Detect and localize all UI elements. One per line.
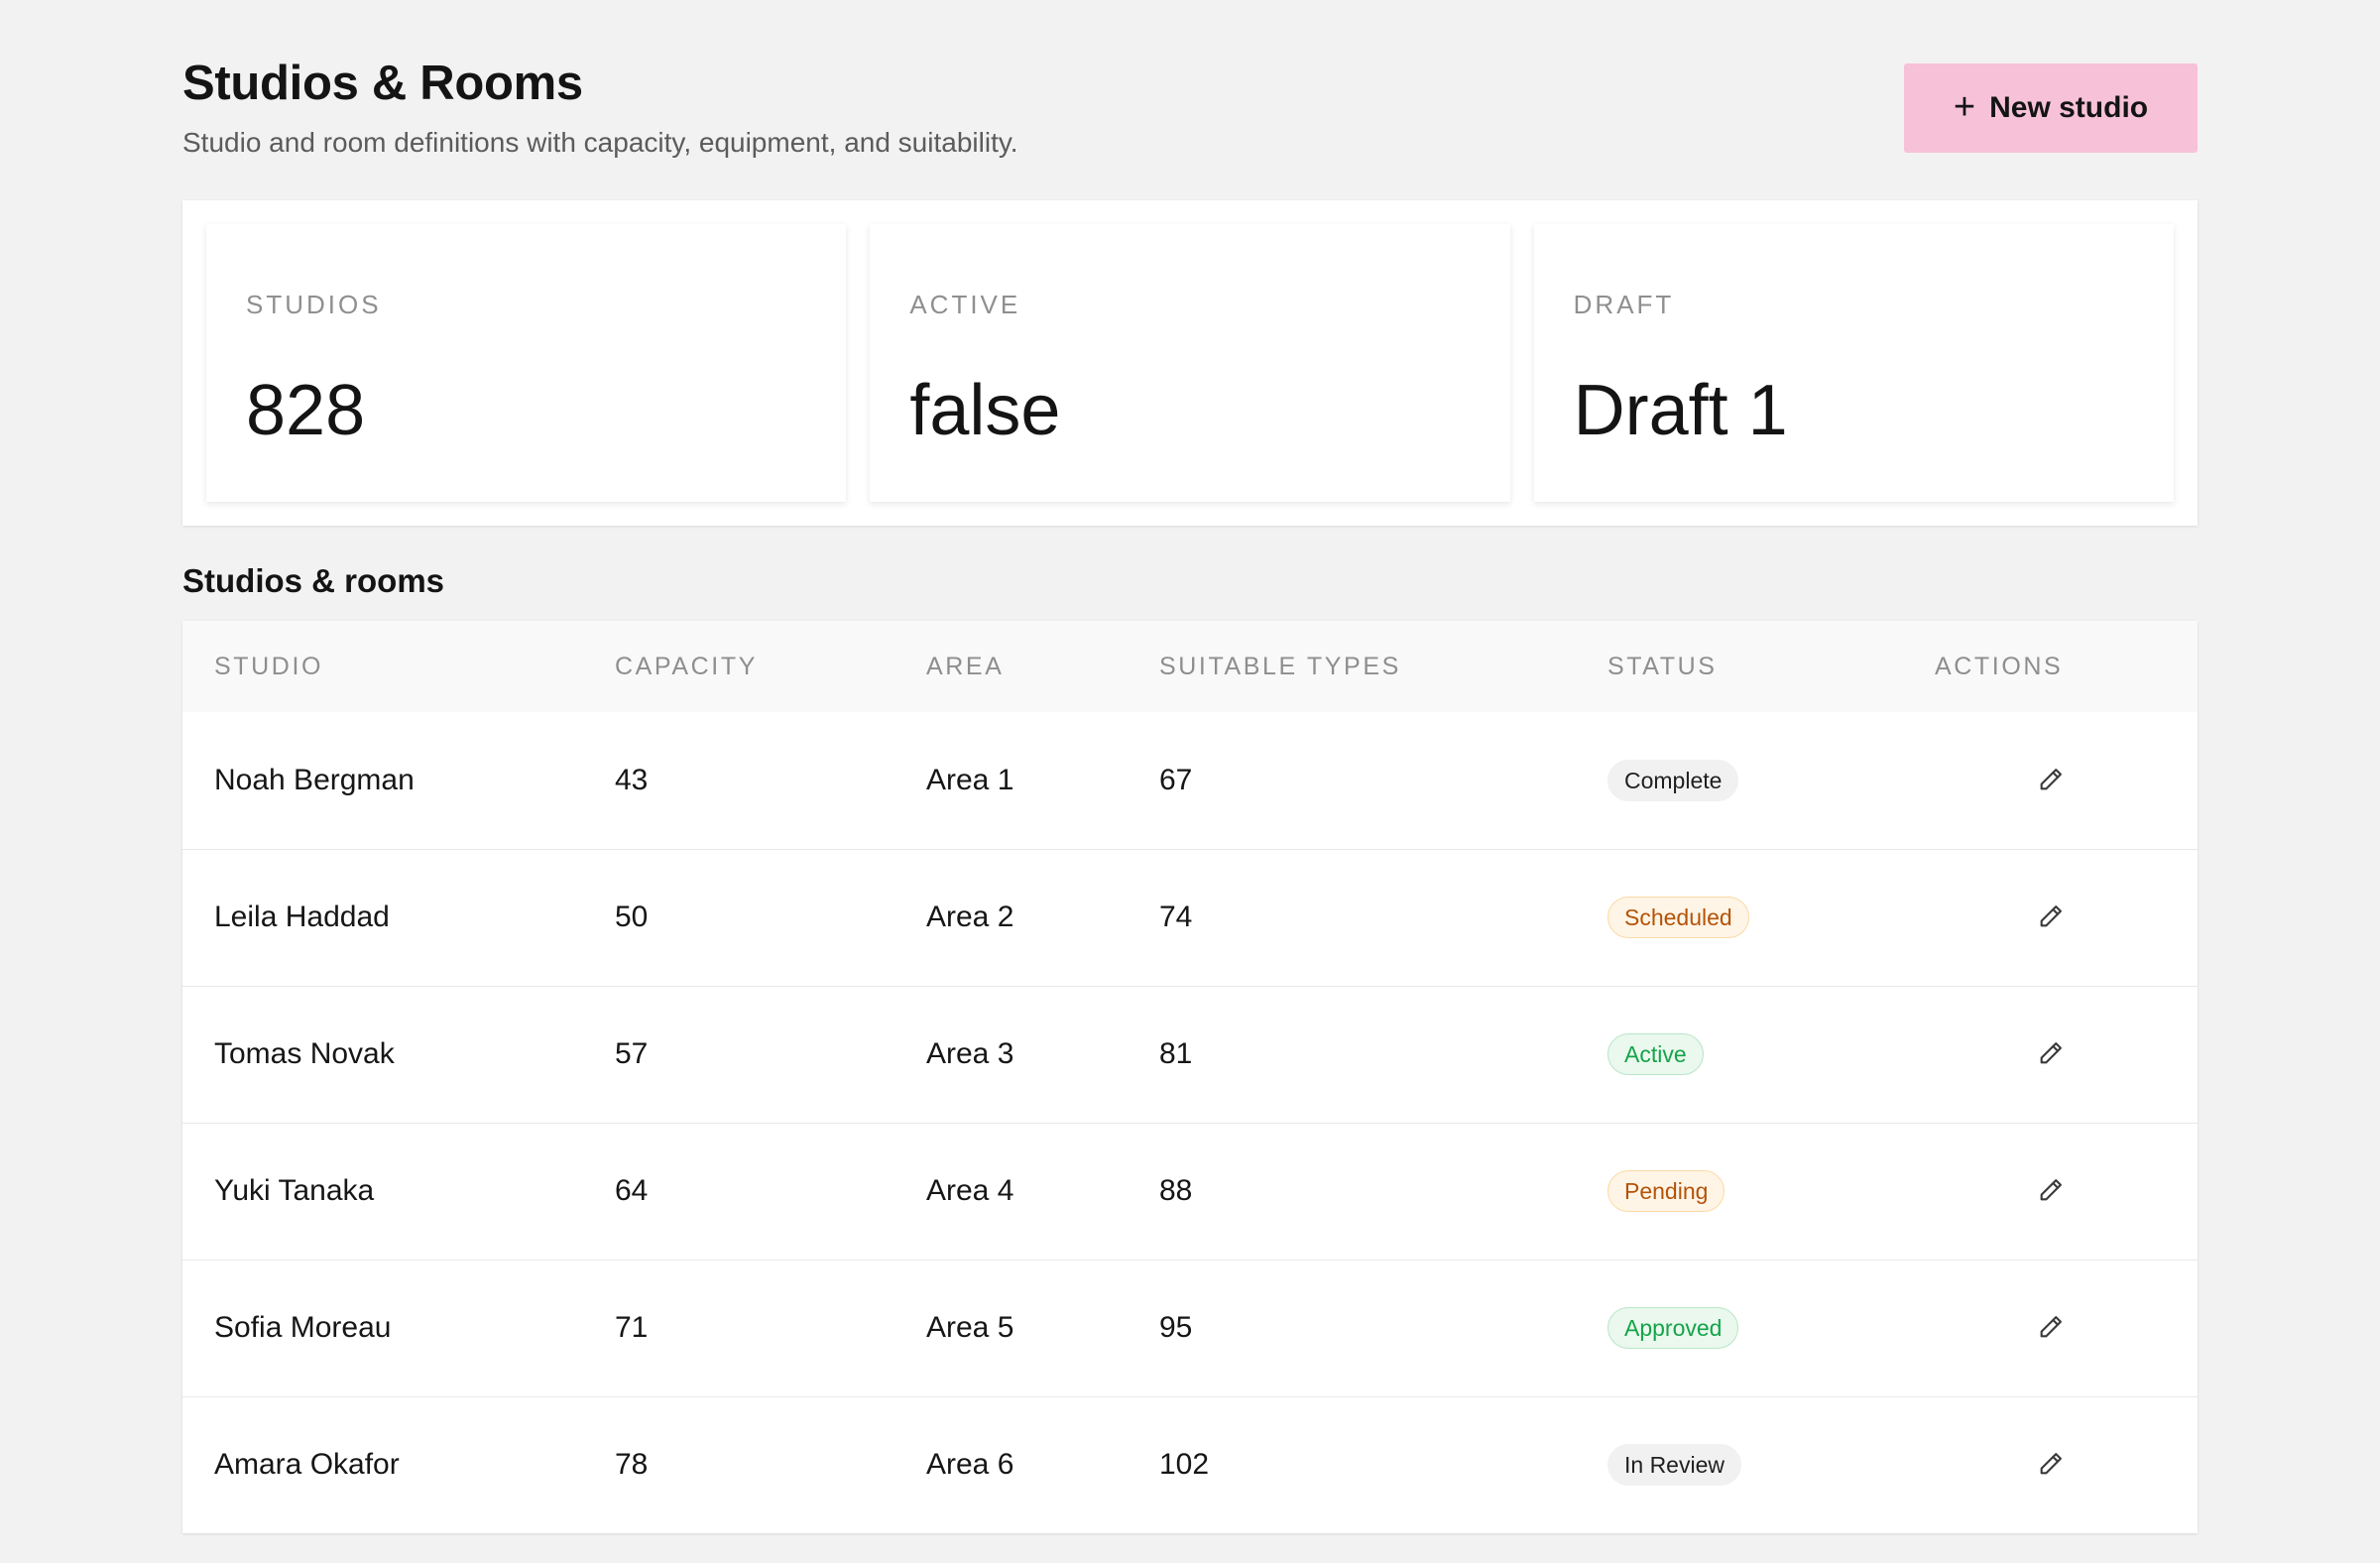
pencil-icon: [2040, 905, 2062, 927]
edit-row-button[interactable]: [2031, 897, 2071, 936]
edit-row-button[interactable]: [2031, 760, 2071, 799]
cell-suitable-types: 74: [1159, 901, 1193, 933]
cell-capacity: 64: [615, 1174, 649, 1207]
stat-label: STUDIOS: [246, 290, 382, 319]
cell-studio: Noah Bergman: [214, 763, 415, 796]
column-header-suitable-types[interactable]: SUITABLE TYPES: [1128, 621, 1576, 712]
stat-value: Draft 1: [1573, 371, 1788, 450]
table-row[interactable]: Noah Bergman 43 Area 1 67 Complete: [182, 712, 2198, 849]
edit-row-button[interactable]: [2031, 1033, 2071, 1073]
pencil-icon: [2040, 768, 2062, 790]
cell-suitable-types: 67: [1159, 763, 1193, 796]
edit-row-button[interactable]: [2031, 1170, 2071, 1210]
column-header-area[interactable]: AREA: [894, 621, 1128, 712]
table-row[interactable]: Amara Okafor 78 Area 6 102 In Review: [182, 1396, 2198, 1533]
stats-panel: STUDIOS 828 ACTIVE false DRAFT Draft 1: [182, 200, 2198, 526]
cell-area: Area 6: [926, 1448, 1014, 1482]
status-badge: Approved: [1607, 1307, 1739, 1349]
status-badge: Complete: [1607, 759, 1739, 801]
table-row[interactable]: Yuki Tanaka 64 Area 4 88 Pending: [182, 1123, 2198, 1260]
cell-area: Area 5: [926, 1311, 1014, 1344]
cell-capacity: 78: [615, 1448, 649, 1482]
edit-row-button[interactable]: [2031, 1444, 2071, 1484]
pencil-icon: [2040, 1453, 2062, 1475]
section-title: Studios & rooms: [182, 562, 445, 599]
status-badge: In Review: [1607, 1444, 1741, 1487]
cell-studio: Yuki Tanaka: [214, 1174, 375, 1207]
cell-actions: [1903, 986, 2198, 1123]
cell-capacity: 71: [615, 1311, 649, 1344]
stat-value: 828: [246, 371, 366, 450]
cell-studio: Amara Okafor: [214, 1448, 400, 1482]
cell-area: Area 3: [926, 1037, 1014, 1070]
cell-area: Area 4: [926, 1174, 1014, 1207]
status-badge: Pending: [1607, 1170, 1726, 1212]
cell-suitable-types: 95: [1159, 1311, 1193, 1344]
edit-row-button[interactable]: [2031, 1307, 2071, 1347]
column-header-actions: ACTIONS: [1935, 652, 2064, 680]
table-row[interactable]: Leila Haddad 50 Area 2 74 Scheduled: [182, 849, 2198, 986]
cell-studio: Sofia Moreau: [214, 1311, 392, 1344]
page-subtitle: Studio and room definitions with capacit…: [182, 127, 1018, 158]
cell-capacity: 43: [615, 763, 649, 796]
studios-table: STUDIO CAPACITY AREA SUITABLE TYPES STAT…: [182, 621, 2198, 1533]
column-header-studio[interactable]: STUDIO: [182, 621, 583, 712]
plus-icon: +: [1953, 85, 1976, 128]
cell-status: Scheduled: [1576, 849, 1903, 986]
cell-suitable-types: 88: [1159, 1174, 1193, 1207]
page: Studios & Rooms Studio and room definiti…: [0, 0, 2380, 1563]
new-studio-button-label: New studio: [1989, 91, 2149, 124]
stat-card-draft: DRAFT Draft 1: [1533, 224, 2174, 502]
cell-studio: Leila Haddad: [214, 901, 390, 933]
cell-actions: [1903, 1396, 2198, 1533]
pencil-icon: [2040, 1042, 2062, 1064]
cell-suitable-types: 81: [1159, 1037, 1193, 1070]
cell-status: Active: [1576, 986, 1903, 1123]
stat-value: false: [909, 371, 1061, 450]
cell-capacity: 50: [615, 901, 649, 933]
cell-suitable-types: 102: [1159, 1448, 1210, 1482]
cell-actions: [1903, 849, 2198, 986]
status-badge: Scheduled: [1607, 897, 1749, 938]
cell-actions: [1903, 712, 2198, 849]
table-body: Noah Bergman 43 Area 1 67 Complete Leila…: [182, 712, 2198, 1533]
status-badge: Active: [1607, 1033, 1704, 1075]
cell-studio: Tomas Novak: [214, 1037, 395, 1070]
column-header-capacity[interactable]: CAPACITY: [583, 621, 894, 712]
table-row[interactable]: Tomas Novak 57 Area 3 81 Active: [182, 986, 2198, 1123]
stat-card-active: ACTIVE false: [870, 224, 1510, 502]
cell-status: Approved: [1576, 1260, 1903, 1396]
page-header: Studios & Rooms Studio and room definiti…: [182, 54, 2198, 173]
table-header-row: STUDIO CAPACITY AREA SUITABLE TYPES STAT…: [182, 621, 2198, 712]
new-studio-button[interactable]: + New studio: [1904, 63, 2198, 153]
cell-capacity: 57: [615, 1037, 649, 1070]
stat-label: DRAFT: [1573, 290, 1675, 319]
pencil-icon: [2040, 1179, 2062, 1201]
page-title: Studios & Rooms: [182, 57, 583, 110]
table-row[interactable]: Sofia Moreau 71 Area 5 95 Approved: [182, 1260, 2198, 1396]
cell-status: Pending: [1576, 1123, 1903, 1260]
cell-status: Complete: [1576, 712, 1903, 849]
cell-status: In Review: [1576, 1396, 1903, 1533]
pencil-icon: [2040, 1316, 2062, 1338]
cell-area: Area 2: [926, 901, 1014, 933]
column-header-status[interactable]: STATUS: [1576, 621, 1903, 712]
stat-label: ACTIVE: [909, 290, 1021, 319]
cell-actions: [1903, 1260, 2198, 1396]
cell-actions: [1903, 1123, 2198, 1260]
stat-card-studios: STUDIOS 828: [206, 224, 847, 502]
cell-area: Area 1: [926, 763, 1014, 796]
